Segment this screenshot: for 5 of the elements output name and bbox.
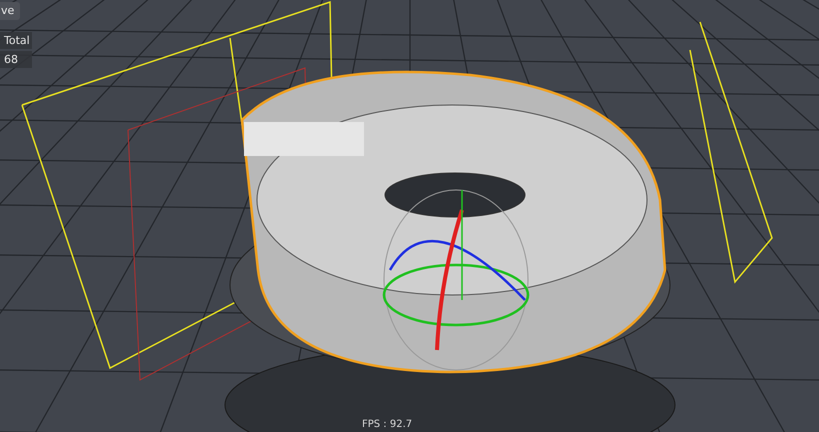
stats-value: 68	[0, 51, 32, 68]
viewport-tab[interactable]: ve	[0, 2, 20, 20]
viewport[interactable]: ve Total 68 FPS : 92.7	[0, 0, 819, 432]
stats-label: Total	[0, 32, 32, 49]
fps-counter: FPS : 92.7	[362, 419, 412, 430]
